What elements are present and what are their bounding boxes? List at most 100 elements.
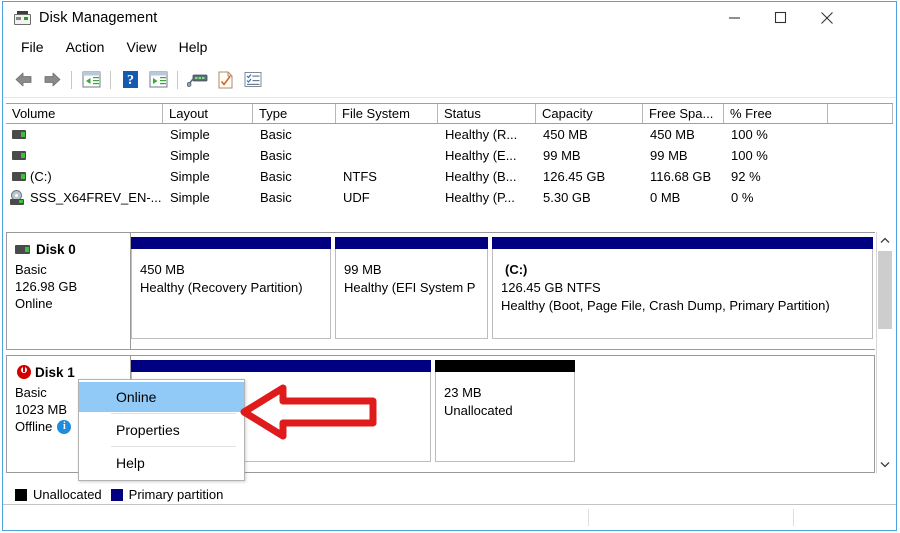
legend-swatch-unallocated	[15, 488, 27, 501]
cell-file-system: NTFS	[343, 169, 377, 184]
table-row[interactable]: SSS_X64FREV_EN-... Simple Basic UDF Healthy …	[6, 187, 893, 208]
disk-1-title: Disk 1	[15, 364, 130, 380]
partition-size: 23 MB	[444, 385, 482, 400]
cell-file-system	[336, 145, 438, 166]
menu-file[interactable]: File	[11, 36, 54, 58]
table-row[interactable]: (C:) Simple Basic NTFS Healthy (B... 126.45 G…	[6, 166, 893, 187]
cell-capacity: 126.45 GB	[543, 169, 606, 184]
status-bar-divider	[793, 509, 794, 526]
back-arrow-icon[interactable]	[10, 67, 38, 93]
scrollbar-thumb[interactable]	[878, 251, 892, 329]
window-title: Disk Management	[39, 10, 158, 26]
rescan-disks-icon[interactable]	[183, 67, 211, 93]
cell-file-system: UDF	[343, 190, 370, 205]
column-header-file-system[interactable]: File System	[336, 104, 438, 123]
maximize-button[interactable]	[757, 2, 803, 33]
cell-type: Basic	[260, 148, 292, 163]
partition-color-bar	[335, 237, 488, 249]
disk-0-size: 126.98 GB	[15, 279, 78, 294]
info-icon[interactable]: i	[57, 419, 72, 434]
volume-list-rows: Simple Basic Healthy (R... 450 MB 450 MB 100 …	[6, 124, 893, 208]
cell-layout: Simple	[170, 169, 210, 184]
partition-size: 99 MB	[344, 262, 382, 277]
title-bar: Disk Management	[3, 2, 896, 34]
partition-color-bar	[435, 360, 575, 372]
disk-context-menu[interactable]: Online Properties Help	[78, 379, 245, 481]
cell-status: Healthy (E...	[445, 148, 517, 163]
cell-capacity: 5.30 GB	[543, 190, 591, 205]
table-row[interactable]: Simple Basic Healthy (E... 99 MB 99 MB 100 %	[6, 145, 893, 166]
show-action-pane-icon[interactable]	[144, 67, 172, 93]
cell-volume: SSS_X64FREV_EN-...	[30, 190, 162, 205]
disk-0-name: Disk 0	[36, 241, 76, 257]
properties-icon[interactable]	[211, 67, 239, 93]
legend-bar: Unallocated Primary partition	[6, 484, 893, 506]
forward-arrow-icon[interactable]	[38, 67, 66, 93]
disk-0-type: Basic	[15, 262, 47, 277]
cell-layout: Simple	[170, 148, 210, 163]
partition-size: 450 MB	[140, 262, 185, 277]
disk0-efi-partition[interactable]: 99 MB Healthy (EFI System P	[335, 237, 488, 341]
show-hide-tree-icon[interactable]	[77, 67, 105, 93]
graphical-view-scrollbar[interactable]	[876, 232, 893, 473]
context-menu-item-properties[interactable]: Properties	[79, 415, 244, 445]
cell-capacity: 99 MB	[543, 148, 581, 163]
partition-status: Healthy (EFI System P	[344, 280, 476, 295]
partition-label: (C:)	[505, 262, 528, 277]
legend-item-primary-partition: Primary partition	[110, 487, 223, 502]
chevron-up-icon[interactable]	[877, 232, 893, 249]
cell-volume	[6, 124, 163, 145]
menu-view[interactable]: View	[116, 36, 166, 58]
column-header-volume[interactable]: Volume	[6, 104, 163, 123]
disk-error-icon	[17, 365, 31, 379]
cell-type: Basic	[260, 127, 292, 142]
context-menu-item-online[interactable]: Online	[79, 382, 244, 412]
disk-0-info[interactable]: Disk 0 Basic 126.98 GB Online	[7, 233, 131, 349]
column-header-blank[interactable]	[828, 104, 893, 123]
cell-free-space: 99 MB	[650, 148, 688, 163]
table-row[interactable]: Simple Basic Healthy (R... 450 MB 450 MB 100 …	[6, 124, 893, 145]
status-bar	[3, 504, 896, 530]
svg-text:?: ?	[127, 73, 134, 88]
column-header-free-spa[interactable]: Free Spa...	[643, 104, 724, 123]
disk1-unallocated[interactable]: 23 MB Unallocated	[435, 360, 575, 464]
legend-item-unallocated: Unallocated	[15, 487, 102, 502]
disk0-c-partition[interactable]: (C:) 126.45 GB NTFS Healthy (Boot, Page Fi…	[492, 237, 873, 341]
column-header-status[interactable]: Status	[438, 104, 536, 123]
toolbar-separator	[110, 70, 111, 89]
cell-file-system	[336, 124, 438, 145]
volume-list: Volume Layout Type File System Status Capacit…	[6, 103, 893, 225]
context-menu-separator	[111, 413, 236, 414]
toolbar-separator	[177, 70, 178, 89]
cell-percent-free: 100 %	[731, 127, 768, 142]
partition-details: 450 MB Healthy (Recovery Partition)	[131, 249, 331, 339]
menu-help[interactable]: Help	[169, 36, 218, 58]
help-icon[interactable]: ?	[116, 67, 144, 93]
all-tasks-icon[interactable]	[239, 67, 267, 93]
minimize-button[interactable]	[711, 2, 757, 33]
volume-list-header: Volume Layout Type File System Status Capacit…	[6, 103, 893, 124]
cell-percent-free: 100 %	[731, 148, 768, 163]
cell-status: Healthy (P...	[445, 190, 515, 205]
column-header-capacity[interactable]: Capacity	[536, 104, 643, 123]
disk0-recovery-partition[interactable]: 450 MB Healthy (Recovery Partition)	[131, 237, 331, 341]
disk-0-block[interactable]: Disk 0 Basic 126.98 GB Online 450 MB Heal…	[6, 232, 877, 350]
cell-type: Basic	[260, 190, 292, 205]
menu-action[interactable]: Action	[56, 36, 115, 58]
chevron-down-icon[interactable]	[877, 456, 893, 473]
column-header-type[interactable]: Type	[253, 104, 336, 123]
disk-1-name: Disk 1	[35, 364, 75, 380]
cell-capacity: 450 MB	[543, 127, 588, 142]
partition-details: 99 MB Healthy (EFI System P	[335, 249, 488, 339]
close-button[interactable]	[804, 2, 850, 33]
partition-color-bar	[131, 360, 431, 372]
partition-color-bar	[131, 237, 331, 249]
cell-layout: Simple	[170, 190, 210, 205]
toolbar-separator	[71, 70, 72, 89]
column-header-layout[interactable]: Layout	[163, 104, 253, 123]
status-bar-divider	[588, 509, 589, 526]
column-header-free[interactable]: % Free	[724, 104, 828, 123]
cell-free-space: 0 MB	[650, 190, 681, 205]
context-menu-item-help[interactable]: Help	[79, 448, 244, 478]
disk-0-state: Online	[15, 296, 53, 311]
